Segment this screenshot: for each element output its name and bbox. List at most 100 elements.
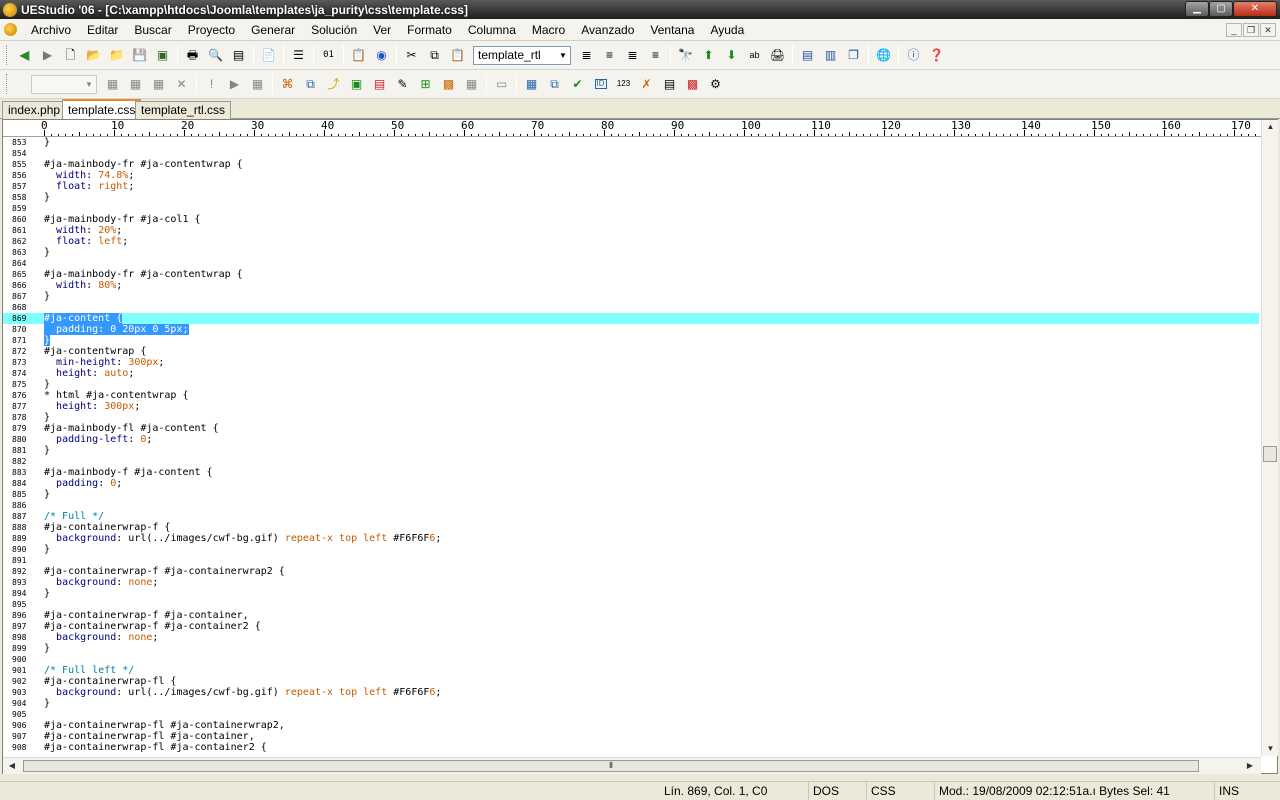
code-line[interactable]: 876 * html #ja-contentwrap { xyxy=(3,390,1259,401)
code-line[interactable]: 878} xyxy=(3,412,1259,423)
split-horizontal-icon[interactable]: ▤ xyxy=(798,45,818,65)
close-button[interactable]: ✕ xyxy=(1233,1,1277,17)
code-line[interactable]: 864 xyxy=(3,258,1259,269)
code-line[interactable]: 872 #ja-contentwrap { xyxy=(3,346,1259,357)
compile-icon[interactable]: ▦ xyxy=(126,74,146,94)
open-folder-icon[interactable]: 📂 xyxy=(84,45,104,65)
exclamation-icon[interactable]: ! xyxy=(202,74,222,94)
open-recent-icon[interactable]: 📁 xyxy=(107,45,127,65)
code-line[interactable]: 885} xyxy=(3,489,1259,500)
code-line[interactable]: 890} xyxy=(3,544,1259,555)
paste-icon[interactable]: 📋 xyxy=(448,45,468,65)
code-line[interactable]: 897 #ja-containerwrap-f #ja-container2 { xyxy=(3,621,1259,632)
code-line[interactable]: 857 float: right; xyxy=(3,181,1259,192)
tab-template-rtl-css[interactable]: template_rtl.css xyxy=(135,101,232,119)
tag-disabled-icon[interactable]: ▦ xyxy=(462,74,482,94)
tag-check-icon[interactable]: ▣ xyxy=(347,74,367,94)
word-wrap-icon[interactable]: ☰ xyxy=(289,45,309,65)
code-line[interactable]: 903 background: url(../images/cwf-bg.gif… xyxy=(3,687,1259,698)
save-icon[interactable]: 💾 xyxy=(130,45,150,65)
scroll-up-icon[interactable]: ▲ xyxy=(1262,120,1279,134)
print-icon[interactable]: 🖶 xyxy=(183,45,203,65)
code-line[interactable]: 874 height: auto; xyxy=(3,368,1259,379)
code-line[interactable]: 889 background: url(../images/cwf-bg.gif… xyxy=(3,533,1259,544)
menu-generar[interactable]: Generar xyxy=(243,20,303,40)
align-left-icon[interactable]: ≣ xyxy=(577,45,597,65)
code-line[interactable]: 860 #ja-mainbody-fr #ja-col1 { xyxy=(3,214,1259,225)
menu-ventana[interactable]: Ventana xyxy=(642,20,702,40)
tag-list-icon[interactable]: ▤ xyxy=(370,74,390,94)
code-line[interactable]: 855 #ja-mainbody-fr #ja-contentwrap { xyxy=(3,159,1259,170)
tag-chart-icon[interactable]: ▩ xyxy=(439,74,459,94)
tag-open-icon[interactable]: ⌘ xyxy=(278,74,298,94)
code-line[interactable]: 888 #ja-containerwrap-f { xyxy=(3,522,1259,533)
code-line[interactable]: 869 #ja-content { xyxy=(3,313,1259,324)
menu-proyecto[interactable]: Proyecto xyxy=(180,20,243,40)
find-in-files-icon[interactable]: 🖨 xyxy=(768,45,788,65)
back-arrow-icon[interactable]: ◀ xyxy=(15,45,35,65)
menu-buscar[interactable]: Buscar xyxy=(126,20,179,40)
code-line[interactable]: 902 #ja-containerwrap-fl { xyxy=(3,676,1259,687)
code-line[interactable]: 904} xyxy=(3,698,1259,709)
code-line[interactable]: 854 xyxy=(3,148,1259,159)
code-line[interactable]: 907 #ja-containerwrap-fl #ja-container, xyxy=(3,731,1259,742)
code-line[interactable]: 862 float: left; xyxy=(3,236,1259,247)
debug-icon[interactable]: ▦ xyxy=(248,74,268,94)
code-line[interactable]: 865 #ja-mainbody-fr #ja-contentwrap { xyxy=(3,269,1259,280)
horizontal-scrollbar[interactable]: ◀ ⦀ ▶ xyxy=(3,757,1261,774)
code-line[interactable]: 891 xyxy=(3,555,1259,566)
doc-minimize-button[interactable]: _ xyxy=(1226,23,1242,37)
chevron-down-icon[interactable]: ▼ xyxy=(556,47,570,64)
forward-arrow-icon[interactable]: ▶ xyxy=(38,45,58,65)
image-icon[interactable]: ▩ xyxy=(683,74,703,94)
code-line[interactable]: 887 /* Full */ xyxy=(3,511,1259,522)
find-next-icon[interactable]: ⬆ xyxy=(699,45,719,65)
code-line[interactable]: 895 xyxy=(3,599,1259,610)
code-line[interactable]: 901 /* Full left */ xyxy=(3,665,1259,676)
toolbar-grip[interactable] xyxy=(6,74,9,94)
code-line[interactable]: 863} xyxy=(3,247,1259,258)
code-line[interactable]: 883 #ja-mainbody-f #ja-content { xyxy=(3,467,1259,478)
scroll-right-icon[interactable]: ▶ xyxy=(1243,759,1257,773)
code-line[interactable]: 881} xyxy=(3,445,1259,456)
function-list-select[interactable]: template_rtl ▼ xyxy=(473,45,571,65)
cut-icon[interactable]: ✂ xyxy=(402,45,422,65)
find-previous-icon[interactable]: ⬇ xyxy=(722,45,742,65)
vertical-scroll-thumb[interactable] xyxy=(1263,446,1277,462)
tag-edit-icon[interactable]: ✎ xyxy=(393,74,413,94)
code-line[interactable]: 905 xyxy=(3,709,1259,720)
tab-template-css[interactable]: template.css xyxy=(62,99,142,119)
build-icon[interactable]: ▦ xyxy=(103,74,123,94)
menu-ayuda[interactable]: Ayuda xyxy=(702,20,752,40)
info-icon[interactable]: ⓘ xyxy=(904,45,924,65)
code-line[interactable]: 870 padding: 0 20px 0 5px; xyxy=(3,324,1259,335)
split-vertical-icon[interactable]: ▥ xyxy=(821,45,841,65)
menu-formato[interactable]: Formato xyxy=(399,20,460,40)
code-line[interactable]: 879 #ja-mainbody-fl #ja-content { xyxy=(3,423,1259,434)
code-editor[interactable]: 0 10 20 30 40 50 60 70 80 90 100 110 120 130 140 150 160… xyxy=(2,119,1278,774)
menu-archivo[interactable]: Archivo xyxy=(23,20,79,40)
copy-icon[interactable]: ⧉ xyxy=(425,45,445,65)
doc-close-button[interactable]: ✕ xyxy=(1260,23,1276,37)
project-select[interactable]: ▼ xyxy=(31,74,97,94)
validate-icon[interactable]: ✔ xyxy=(568,74,588,94)
code-line[interactable]: 892 #ja-containerwrap-f #ja-containerwrap… xyxy=(3,566,1259,577)
menu-macro[interactable]: Macro xyxy=(524,20,573,40)
numbering-icon[interactable]: 123 xyxy=(614,74,634,94)
stop-build-icon[interactable]: ✕ xyxy=(172,74,192,94)
align-center-icon[interactable]: ≡ xyxy=(600,45,620,65)
panel-icon[interactable]: ▭ xyxy=(492,74,512,94)
browser-view-icon[interactable]: ◉ xyxy=(372,45,392,65)
chevron-down-icon[interactable]: ▼ xyxy=(82,76,96,93)
help-icon[interactable]: ❓ xyxy=(927,45,947,65)
code-line[interactable]: 875} xyxy=(3,379,1259,390)
save-all-icon[interactable]: ▣ xyxy=(153,45,173,65)
minimize-button[interactable]: ▁ xyxy=(1185,1,1209,17)
code-line[interactable]: 856 width: 74.8%; xyxy=(3,170,1259,181)
code-line[interactable]: 868 xyxy=(3,302,1259,313)
settings-icon[interactable]: ⚙ xyxy=(706,74,726,94)
code-line[interactable]: 861 width: 20%; xyxy=(3,225,1259,236)
code-line[interactable]: 884 padding: 0; xyxy=(3,478,1259,489)
tag-close-icon[interactable]: ⧉ xyxy=(301,74,321,94)
tag-folder-icon[interactable]: ⤴ xyxy=(324,74,344,94)
